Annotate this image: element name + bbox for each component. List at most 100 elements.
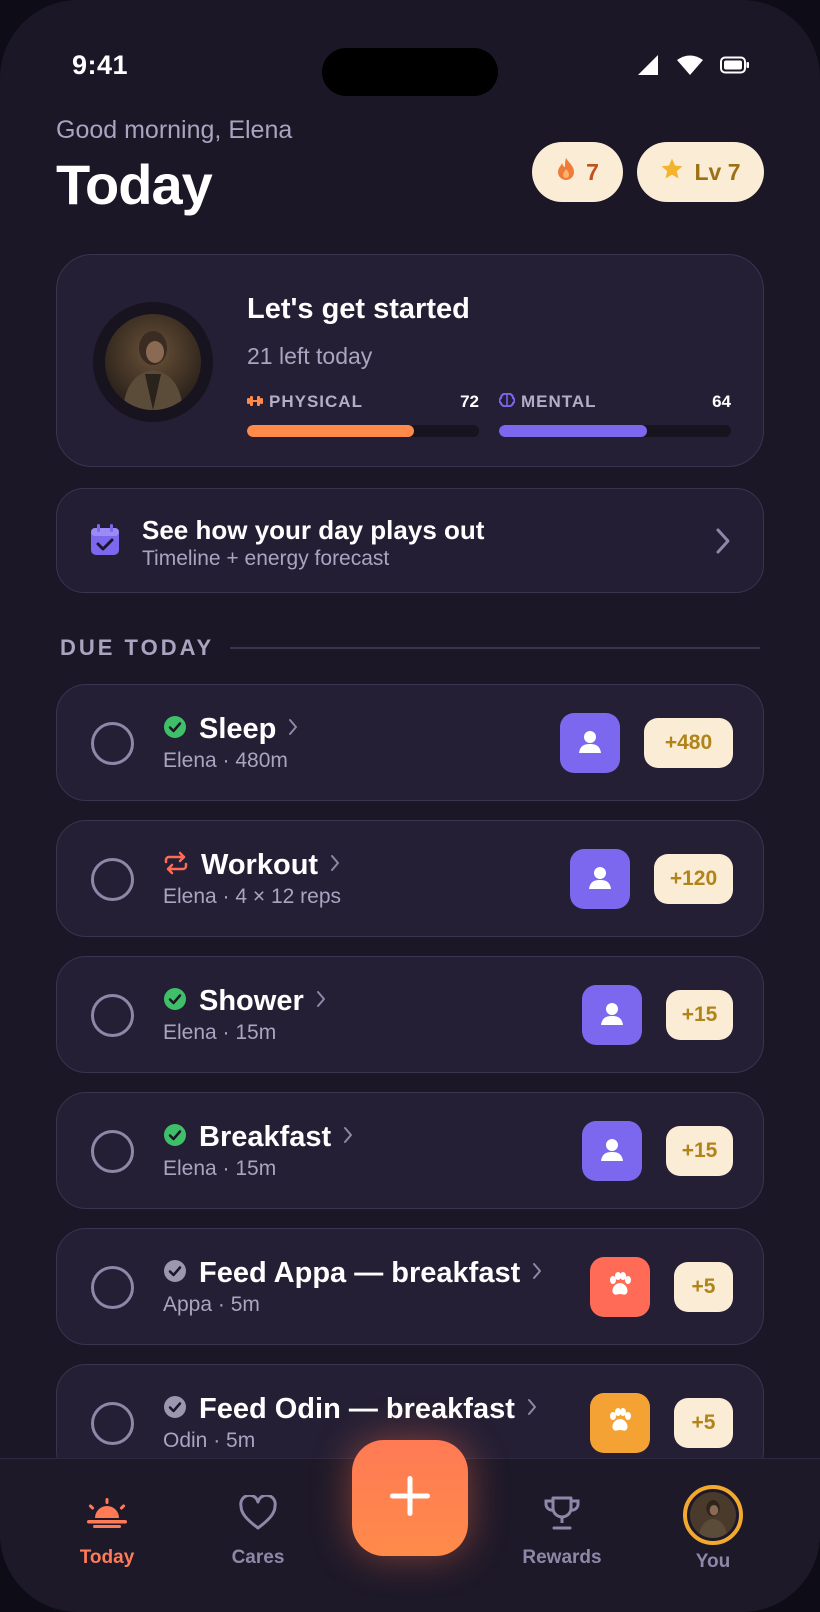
section-label: DUE TODAY (60, 635, 215, 660)
check-circle-green-icon (163, 715, 187, 744)
check-circle-green-icon (163, 987, 187, 1016)
task-card-breakfast[interactable]: Breakfast Elena · 15m +15 (56, 1092, 764, 1209)
task-name: Breakfast (199, 1121, 332, 1153)
nav-rewards-label: Rewards (522, 1547, 602, 1568)
timeline-subtitle: Timeline + energy forecast (142, 547, 390, 570)
task-subtitle: Odin · 5m (163, 1429, 256, 1452)
calendar-check-icon (89, 523, 121, 562)
tasks-left-text: 21 left today (247, 343, 373, 369)
assignee-button[interactable] (582, 985, 642, 1045)
task-subtitle: Elena · 4 × 12 reps (163, 885, 342, 908)
timeline-forecast-link[interactable]: See how your day plays out Timeline + en… (56, 488, 764, 593)
chevron-right-icon (316, 990, 326, 1013)
person-icon (577, 728, 603, 759)
assignee-button[interactable] (560, 713, 620, 773)
task-subtitle: Elena · 480m (163, 749, 288, 772)
chevron-right-icon (532, 1262, 542, 1285)
task-card-shower[interactable]: Shower Elena · 15m +15 (56, 956, 764, 1073)
add-task-button[interactable] (352, 1440, 468, 1556)
physical-label: PHYSICAL (269, 392, 363, 411)
avatar-ring (93, 302, 213, 422)
mental-label: MENTAL (521, 392, 597, 411)
person-icon (599, 1136, 625, 1167)
cellular-signal-icon (636, 54, 660, 76)
dumbbell-icon (247, 392, 263, 412)
mental-meter: MENTAL 64 (498, 391, 731, 437)
star-icon (660, 157, 684, 187)
task-card-feed-appa[interactable]: Feed Appa — breakfast Appa · 5m +5 (56, 1228, 764, 1345)
assignee-button[interactable] (582, 1121, 642, 1181)
task-name: Workout (201, 849, 319, 881)
complete-checkbox[interactable] (91, 1402, 134, 1445)
nav-cares-label: Cares (231, 1547, 285, 1568)
chevron-right-icon (330, 854, 340, 877)
brain-icon (498, 392, 516, 412)
hero-title: Let's get started (247, 293, 470, 325)
repeat-icon (163, 851, 189, 880)
chevron-right-icon (715, 527, 731, 560)
assignee-button[interactable] (590, 1393, 650, 1453)
chevron-right-icon (288, 718, 298, 741)
assignee-button[interactable] (570, 849, 630, 909)
points-badge: +5 (674, 1262, 733, 1312)
paw-icon (606, 1271, 634, 1303)
page-title: Today (56, 153, 213, 216)
task-name: Feed Odin — breakfast (199, 1393, 515, 1425)
physical-bar-fill (247, 425, 415, 437)
avatar (105, 314, 201, 410)
level-badge[interactable]: Lv 7 (637, 142, 764, 202)
physical-value: 72 (460, 392, 479, 411)
mental-bar-fill (499, 425, 648, 437)
app-screen: 9:41 Good morning, Elena Today 7 Lv 7 Le… (0, 0, 820, 1612)
points-badge: +15 (666, 990, 733, 1040)
points-badge: +5 (674, 1398, 733, 1448)
nav-rewards[interactable]: Rewards (497, 1459, 627, 1579)
battery-icon (720, 56, 750, 74)
person-icon (599, 1000, 625, 1031)
task-card-workout[interactable]: Workout Elena · 4 × 12 reps +120 (56, 820, 764, 937)
task-subtitle: Appa · 5m (163, 1293, 260, 1316)
task-subtitle: Elena · 15m (163, 1021, 277, 1044)
task-subtitle: Elena · 15m (163, 1157, 277, 1180)
wifi-icon (676, 54, 704, 76)
physical-meter: PHYSICAL 72 (247, 391, 479, 437)
mental-bar (499, 425, 731, 437)
task-name: Shower (199, 985, 304, 1017)
streak-count: 7 (586, 158, 599, 185)
nav-you[interactable]: You (648, 1459, 778, 1579)
points-badge: +15 (666, 1126, 733, 1176)
timeline-title: See how your day plays out (142, 515, 485, 545)
physical-bar (247, 425, 479, 437)
profile-avatar (683, 1485, 743, 1545)
nav-you-label: You (695, 1551, 731, 1572)
chevron-right-icon (343, 1126, 353, 1149)
dynamic-island (322, 48, 498, 96)
complete-checkbox[interactable] (91, 858, 134, 901)
points-badge: +120 (654, 854, 733, 904)
complete-checkbox[interactable] (91, 1266, 134, 1309)
assignee-button[interactable] (590, 1257, 650, 1317)
greeting-text: Good morning, Elena (56, 116, 293, 144)
task-card-sleep[interactable]: Sleep Elena · 480m +480 (56, 684, 764, 801)
heart-icon (238, 1493, 278, 1536)
task-name: Feed Appa — breakfast (199, 1257, 521, 1289)
mental-value: 64 (712, 392, 731, 411)
progress-card[interactable]: Let's get started 21 left today PHYSICAL… (56, 254, 764, 467)
status-bar: 9:41 (0, 0, 820, 110)
status-time: 9:41 (72, 50, 129, 80)
complete-checkbox[interactable] (91, 722, 134, 765)
streak-badge[interactable]: 7 (532, 142, 623, 202)
check-circle-gray-icon (163, 1259, 187, 1288)
nav-today[interactable]: Today (42, 1459, 172, 1579)
paw-icon (606, 1407, 634, 1439)
complete-checkbox[interactable] (91, 994, 134, 1037)
complete-checkbox[interactable] (91, 1130, 134, 1173)
person-icon (587, 864, 613, 895)
level-text: Lv 7 (694, 158, 741, 185)
plus-icon (388, 1474, 432, 1523)
task-name: Sleep (199, 713, 277, 745)
due-today-header: DUE TODAY (60, 634, 760, 662)
nav-cares[interactable]: Cares (193, 1459, 323, 1579)
nav-today-label: Today (79, 1547, 135, 1568)
flame-icon (556, 157, 576, 187)
